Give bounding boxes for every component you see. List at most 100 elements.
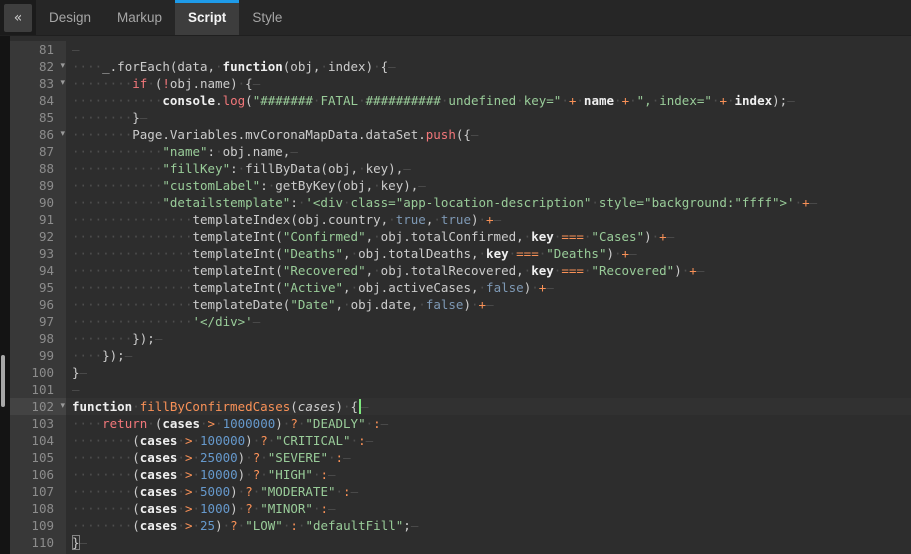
eol-mark: – — [72, 42, 80, 57]
collapse-panel-button[interactable]: « — [4, 4, 32, 32]
code-line[interactable]: 96················templateDate("Date",·o… — [10, 296, 911, 313]
line-number: 90 — [39, 195, 54, 210]
eol-mark: – — [125, 348, 133, 363]
code-line[interactable]: 103····return·(cases·>·1000000)·?·"DEADL… — [10, 415, 911, 432]
gutter-cell[interactable]: 88 — [10, 160, 66, 177]
gutter-cell[interactable]: 109 — [10, 517, 66, 534]
gutter-cell[interactable]: 102 ▾ — [10, 398, 66, 415]
gutter-cell[interactable]: 100 — [10, 364, 66, 381]
code-text: ············"name":·obj.name,– — [66, 143, 911, 160]
code-line[interactable]: 89············"customLabel":·getByKey(ob… — [10, 177, 911, 194]
gutter-cell[interactable]: 82▾ — [10, 58, 66, 75]
code-line[interactable]: 108········(cases·>·1000)·?·"MINOR"·:– — [10, 500, 911, 517]
code-line[interactable]: 88············"fillKey":·fillByData(obj,… — [10, 160, 911, 177]
fold-arrow-icon[interactable]: ▾ — [60, 75, 65, 92]
left-scrollbar-thumb[interactable] — [1, 355, 5, 407]
gutter-cell[interactable]: 86▾ — [10, 126, 66, 143]
code-line[interactable]: 101– — [10, 381, 911, 398]
code-line[interactable]: 97················'</div>'– — [10, 313, 911, 330]
gutter-cell[interactable]: 95 — [10, 279, 66, 296]
code-line[interactable]: 87············"name":·obj.name,– — [10, 143, 911, 160]
eol-mark: – — [366, 433, 374, 448]
code-text: – — [66, 381, 911, 398]
gutter-cell[interactable]: 84 — [10, 92, 66, 109]
code-line[interactable]: 82▾····_.forEach(data,·function(obj,·ind… — [10, 58, 911, 75]
code-line[interactable]: 85········}– — [10, 109, 911, 126]
tab-style[interactable]: Style — [239, 0, 295, 35]
code-line[interactable]: 110}– — [10, 534, 911, 551]
code-text: ················templateInt("Deaths",·ob… — [66, 245, 911, 262]
gutter-cell[interactable]: 107 — [10, 483, 66, 500]
gutter-cell[interactable]: 101 — [10, 381, 66, 398]
gutter-cell[interactable]: 105 — [10, 449, 66, 466]
gutter-cell[interactable]: 87 — [10, 143, 66, 160]
gutter-cell[interactable]: 89 — [10, 177, 66, 194]
gutter-cell[interactable]: 81 — [10, 41, 66, 58]
gutter-cell[interactable]: 85 — [10, 109, 66, 126]
code-text: ········(cases·>·25)·?·"LOW"·:·"defaultF… — [66, 517, 911, 534]
eol-mark: – — [546, 280, 554, 295]
code-line[interactable]: 91················templateIndex(obj.coun… — [10, 211, 911, 228]
tab-design[interactable]: Design — [36, 0, 104, 35]
code-line[interactable]: 98········});– — [10, 330, 911, 347]
fold-arrow-icon[interactable]: ▾ — [60, 398, 65, 415]
gutter-cell[interactable]: 83 ▾ — [10, 75, 66, 92]
eol-mark: – — [72, 382, 80, 397]
code-line[interactable]: 107········(cases·>·5000)·?·"MODERATE"·:… — [10, 483, 911, 500]
code-text: ················templateDate("Date",·obj… — [66, 296, 911, 313]
gutter-cell[interactable]: 94 — [10, 262, 66, 279]
tab-markup[interactable]: Markup — [104, 0, 175, 35]
gutter-cell[interactable]: 104 — [10, 432, 66, 449]
eol-mark: – — [140, 110, 148, 125]
gutter-cell[interactable]: 97 — [10, 313, 66, 330]
code-line[interactable]: 102 ▾function·fillByConfirmedCases(cases)… — [10, 398, 911, 415]
code-line[interactable]: 105········(cases·>·25000)·?·"SEVERE"·:– — [10, 449, 911, 466]
line-number: 94 — [39, 263, 54, 278]
line-number: 108 — [31, 501, 54, 516]
code-line[interactable]: 90············"detailstemplate":·'<div·c… — [10, 194, 911, 211]
gutter-cell[interactable]: 98 — [10, 330, 66, 347]
gutter-cell[interactable]: 91 — [10, 211, 66, 228]
code-line[interactable]: 109········(cases·>·25)·?·"LOW"·:·"defau… — [10, 517, 911, 534]
code-editor[interactable]: 81–82▾····_.forEach(data,·function(obj,·… — [0, 36, 911, 554]
gutter-cell[interactable]: 96 — [10, 296, 66, 313]
line-number: 83 — [39, 76, 54, 91]
code-line[interactable]: 104········(cases·>·100000)·?·"CRITICAL"… — [10, 432, 911, 449]
code-text: ················templateInt("Recovered",… — [66, 262, 911, 279]
code-text: ········Page.Variables.mvCoronaMapData.d… — [66, 126, 911, 143]
eol-mark: – — [629, 246, 637, 261]
code-text: ················'</div>'– — [66, 313, 911, 330]
code-line[interactable]: 81– — [10, 41, 911, 58]
fold-arrow-icon[interactable]: ▾ — [60, 58, 65, 75]
code-line[interactable]: 99····});– — [10, 347, 911, 364]
code-line[interactable]: 106········(cases·>·10000)·?·"HIGH"·:– — [10, 466, 911, 483]
left-scrollbar-track[interactable] — [0, 36, 10, 554]
code-line[interactable]: 92················templateInt("Confirmed… — [10, 228, 911, 245]
fold-arrow-icon[interactable]: ▾ — [60, 126, 65, 143]
gutter-cell[interactable]: 108 — [10, 500, 66, 517]
gutter-cell[interactable]: 93 — [10, 245, 66, 262]
code-line[interactable]: 84············console.log("#######·FATAL… — [10, 92, 911, 109]
gutter-cell[interactable]: 92 — [10, 228, 66, 245]
gutter-cell[interactable]: 110 — [10, 534, 66, 551]
code-line[interactable]: 94 ················templateInt("Recovered… — [10, 262, 911, 279]
code-text: function·fillByConfirmedCases(cases)·{– — [66, 398, 911, 415]
code-line[interactable]: 83▾········if·(!obj.name)·{– — [10, 75, 911, 92]
eol-mark: – — [80, 365, 88, 380]
eol-mark: – — [343, 450, 351, 465]
line-number: 102 — [31, 399, 54, 414]
code-line[interactable]: 86▾········Page.Variables.mvCoronaMapDat… — [10, 126, 911, 143]
eol-mark: – — [697, 263, 705, 278]
gutter-cell[interactable]: 103 — [10, 415, 66, 432]
code-line[interactable]: 93················templateInt("Deaths",·… — [10, 245, 911, 262]
line-number: 91 — [39, 212, 54, 227]
gutter-cell[interactable]: 106 — [10, 466, 66, 483]
line-number: 104 — [31, 433, 54, 448]
code-line[interactable]: 95················templateInt("Active",·… — [10, 279, 911, 296]
gutter-cell[interactable]: 90 — [10, 194, 66, 211]
tab-script[interactable]: Script — [175, 0, 239, 35]
eol-mark: – — [328, 501, 336, 516]
code-line[interactable]: 100}– — [10, 364, 911, 381]
gutter-cell[interactable]: 99 — [10, 347, 66, 364]
line-number: 88 — [39, 161, 54, 176]
